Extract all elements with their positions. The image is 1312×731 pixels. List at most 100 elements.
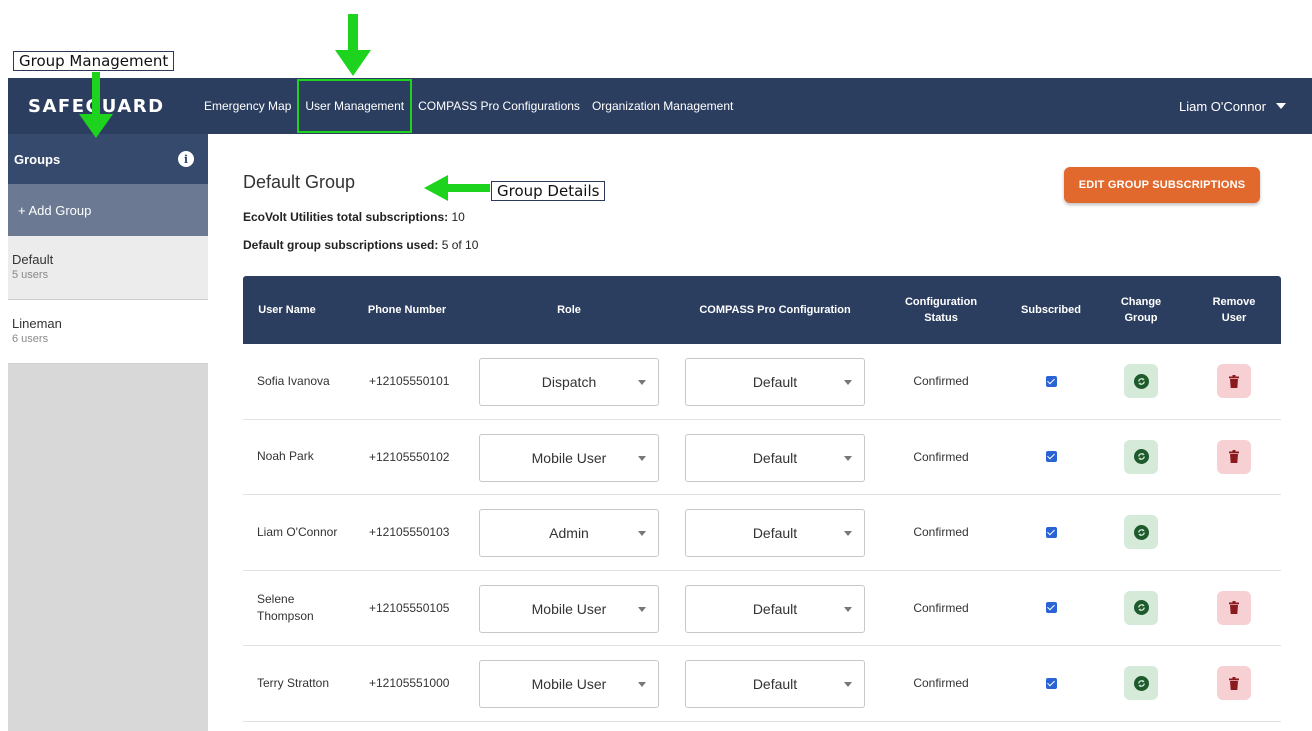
config-select[interactable]: Default (685, 584, 865, 633)
swap-icon (1133, 675, 1149, 691)
nav-organization-management[interactable]: Organization Management (586, 78, 739, 134)
chevron-down-icon (638, 455, 646, 461)
status-cell: Confirmed (913, 374, 969, 389)
subscribed-cell (1011, 344, 1091, 419)
role-select[interactable]: Mobile User (479, 584, 659, 633)
top-navbar: SAFEGUARD Emergency Map User Management … (8, 78, 1312, 134)
annotation-arrow-left-icon (424, 175, 490, 201)
groups-sidebar: Groups i + Add Group Default 5 users Lin… (8, 134, 208, 731)
trash-icon (1229, 374, 1239, 388)
subscribed-cell (1011, 571, 1091, 646)
change-group-cell (1113, 495, 1169, 570)
change-group-button[interactable] (1124, 590, 1158, 625)
remove-user-button[interactable] (1217, 439, 1251, 474)
chevron-down-icon (638, 606, 646, 612)
info-icon[interactable]: i (178, 151, 194, 167)
swap-icon (1133, 600, 1149, 616)
change-group-button[interactable] (1124, 515, 1158, 550)
swap-icon (1133, 373, 1149, 389)
remove-user-cell (1203, 495, 1265, 570)
add-group-button[interactable]: + Add Group (8, 184, 208, 236)
subscribed-cell (1011, 495, 1091, 570)
user-name-cell: Sofia Ivanova (257, 373, 330, 388)
org-subscriptions-value: 10 (451, 210, 465, 224)
user-name-cell: Terry Stratton (257, 675, 330, 690)
change-group-cell (1113, 344, 1169, 419)
subscribed-checkbox[interactable] (1045, 375, 1057, 387)
change-group-cell (1113, 646, 1169, 721)
nav-emergency-map[interactable]: Emergency Map (198, 78, 297, 134)
group-item-default[interactable]: Default 5 users (8, 236, 208, 300)
table-body: Sofia Ivanova +12105550101 Dispatch Default… (243, 344, 1281, 722)
config-value: Default (752, 600, 798, 617)
table-row: Noah Park +12105550102 Mobile User Default C… (243, 420, 1281, 495)
config-select[interactable]: Default (685, 433, 865, 482)
nav-user-management[interactable]: User Management (297, 79, 413, 133)
change-group-button[interactable] (1124, 364, 1158, 399)
groups-header-label: Groups (14, 151, 61, 167)
col-subscribed: Subscribed (1021, 304, 1081, 316)
change-group-cell (1113, 571, 1169, 646)
user-name: Liam O'Connor (1178, 98, 1266, 114)
status-cell: Confirmed (913, 449, 969, 464)
role-select[interactable]: Admin (479, 509, 659, 557)
subscribed-checkbox[interactable] (1045, 451, 1057, 463)
trash-icon (1229, 601, 1239, 615)
subscribed-cell (1011, 646, 1091, 721)
config-select[interactable]: Default (685, 509, 865, 557)
user-menu[interactable]: Liam O'Connor (1179, 99, 1286, 114)
nav-compass-pro-configurations[interactable]: COMPASS Pro Configurations (412, 78, 586, 134)
phone-cell: +12105551000 (369, 676, 450, 691)
config-value: Default (752, 449, 798, 466)
user-name-cell: Selene Thompson (257, 591, 314, 623)
remove-user-button[interactable] (1217, 666, 1251, 701)
table-header: User Name Phone Number Role COMPASS Pro … (243, 276, 1281, 344)
group-user-count: 6 users (12, 333, 49, 345)
change-group-button[interactable] (1124, 439, 1158, 474)
annotation-group-details: Group Details (491, 181, 606, 201)
group-item-lineman[interactable]: Lineman 6 users (8, 300, 208, 364)
page-title: Default Group (243, 172, 356, 192)
status-cell: Confirmed (913, 600, 969, 615)
trash-icon (1229, 450, 1239, 464)
config-select[interactable]: Default (685, 358, 865, 406)
swap-icon (1133, 524, 1149, 540)
config-select[interactable]: Default (685, 660, 865, 708)
table-row: Liam O'Connor +12105550103 Admin Default Con… (243, 495, 1281, 571)
subscribed-checkbox[interactable] (1045, 602, 1057, 614)
col-role: Role (557, 304, 581, 316)
phone-cell: +12105550101 (369, 374, 450, 389)
subscribed-checkbox[interactable] (1045, 677, 1057, 689)
phone-cell: +12105550103 (369, 525, 450, 540)
col-user-name: User Name (258, 304, 316, 316)
change-group-button[interactable] (1124, 666, 1158, 701)
chevron-down-icon (638, 682, 646, 687)
role-select[interactable]: Mobile User (479, 433, 659, 482)
chevron-down-icon (638, 380, 646, 385)
group-subscriptions-group: Default (243, 238, 284, 252)
remove-user-button[interactable] (1217, 590, 1251, 625)
role-select[interactable]: Dispatch (479, 358, 659, 406)
status-cell: Confirmed (913, 525, 969, 540)
edit-group-subscriptions-button[interactable]: EDIT GROUP SUBSCRIPTIONS (1064, 167, 1260, 203)
remove-user-button[interactable] (1217, 364, 1251, 399)
subscribed-checkbox[interactable] (1045, 526, 1057, 538)
users-table: User Name Phone Number Role COMPASS Pro … (243, 276, 1281, 722)
col-remove-user: Remove User (1212, 296, 1256, 324)
remove-user-cell (1203, 571, 1265, 646)
swap-icon (1133, 449, 1149, 465)
role-select[interactable]: Mobile User (479, 660, 659, 708)
table-row: Terry Stratton +12105551000 Mobile User Def… (243, 646, 1281, 722)
group-user-count: 5 users (12, 269, 49, 281)
groups-header: Groups i (8, 134, 208, 184)
remove-user-cell (1203, 420, 1265, 495)
group-subscriptions-value: 5 of 10 (441, 238, 479, 252)
annotation-arrow-down-icon (79, 72, 113, 138)
role-value: Mobile User (531, 676, 607, 692)
group-name: Lineman (12, 316, 62, 331)
trash-icon (1229, 676, 1239, 690)
status-cell: Confirmed (913, 676, 969, 691)
user-name-cell: Noah Park (257, 449, 314, 464)
role-value: Admin (549, 525, 589, 541)
config-value: Default (752, 374, 798, 390)
